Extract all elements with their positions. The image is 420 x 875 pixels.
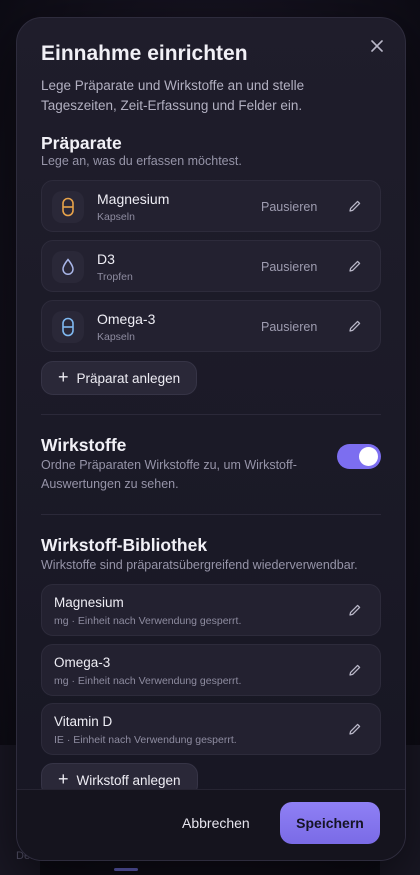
add-preparation-label: Präparat anlegen: [76, 370, 181, 386]
library-subtitle: Wirkstoffe sind präparatsübergreifend wi…: [41, 558, 358, 572]
pencil-icon[interactable]: [348, 259, 362, 273]
cancel-button[interactable]: Abbrechen: [182, 815, 250, 831]
preparation-name: D3: [97, 251, 115, 267]
dialog-title: Einnahme einrichten: [41, 42, 248, 65]
close-icon[interactable]: [369, 38, 385, 54]
plus-icon: +: [58, 367, 69, 387]
preparation-name: Magnesium: [97, 191, 170, 207]
ingredient-card[interactable]: Vitamin D IE · Einheit nach Verwendung g…: [41, 703, 381, 755]
pencil-icon[interactable]: [348, 199, 362, 213]
ingredients-subtitle: Ordne Präparaten Wirkstoffe zu, um Wirks…: [41, 458, 297, 491]
ingredient-name: Magnesium: [54, 595, 124, 610]
preparation-card[interactable]: Omega-3 Kapseln Pausieren: [41, 300, 381, 352]
add-ingredient-label: Wirkstoff anlegen: [76, 772, 181, 788]
preparation-form: Kapseln: [97, 331, 135, 343]
ingredients-title: Wirkstoffe: [41, 435, 127, 455]
ingredient-note: mg · Einheit nach Verwendung gesperrt.: [54, 675, 242, 687]
preparations-subtitle: Lege an, was du erfassen möchtest.: [41, 154, 242, 168]
pause-button[interactable]: Pausieren: [261, 260, 317, 274]
preparation-form: Kapseln: [97, 211, 135, 223]
preparation-card[interactable]: Magnesium Kapseln Pausieren: [41, 180, 381, 232]
intake-setup-dialog: Einnahme einrichten Lege Präparate und W…: [16, 17, 406, 861]
pause-button[interactable]: Pausieren: [261, 320, 317, 334]
preparation-card[interactable]: D3 Tropfen Pausieren: [41, 240, 381, 292]
background-tab-indicator: [114, 868, 138, 871]
capsule-icon: [52, 191, 84, 223]
dialog-footer: Abbrechen Speichern: [17, 789, 405, 860]
ingredient-card[interactable]: Magnesium mg · Einheit nach Verwendung g…: [41, 584, 381, 636]
ingredients-toggle[interactable]: [337, 444, 381, 469]
pencil-icon[interactable]: [348, 603, 362, 617]
pencil-icon[interactable]: [348, 319, 362, 333]
pencil-icon[interactable]: [348, 663, 362, 677]
divider: [41, 514, 381, 515]
preparations-title: Präparate: [41, 133, 122, 153]
preparation-form: Tropfen: [97, 271, 133, 283]
divider: [41, 414, 381, 415]
drop-icon: [52, 251, 84, 283]
ingredient-name: Vitamin D: [54, 714, 113, 729]
save-button[interactable]: Speichern: [280, 802, 380, 844]
ingredient-card[interactable]: Omega-3 mg · Einheit nach Verwendung ges…: [41, 644, 381, 696]
preparation-name: Omega-3: [97, 311, 156, 327]
toggle-knob: [359, 447, 378, 466]
library-title: Wirkstoff-Bibliothek: [41, 535, 208, 555]
plus-icon: +: [58, 769, 69, 789]
ingredient-note: IE · Einheit nach Verwendung gesperrt.: [54, 734, 237, 746]
ingredient-note: mg · Einheit nach Verwendung gesperrt.: [54, 615, 242, 627]
ingredient-name: Omega-3: [54, 655, 111, 670]
add-preparation-button[interactable]: + Präparat anlegen: [41, 361, 198, 395]
pause-button[interactable]: Pausieren: [261, 200, 317, 214]
dialog-subtitle: Lege Präparate und Wirkstoffe an und ste…: [41, 78, 305, 113]
capsule-icon: [52, 311, 84, 343]
pencil-icon[interactable]: [348, 722, 362, 736]
